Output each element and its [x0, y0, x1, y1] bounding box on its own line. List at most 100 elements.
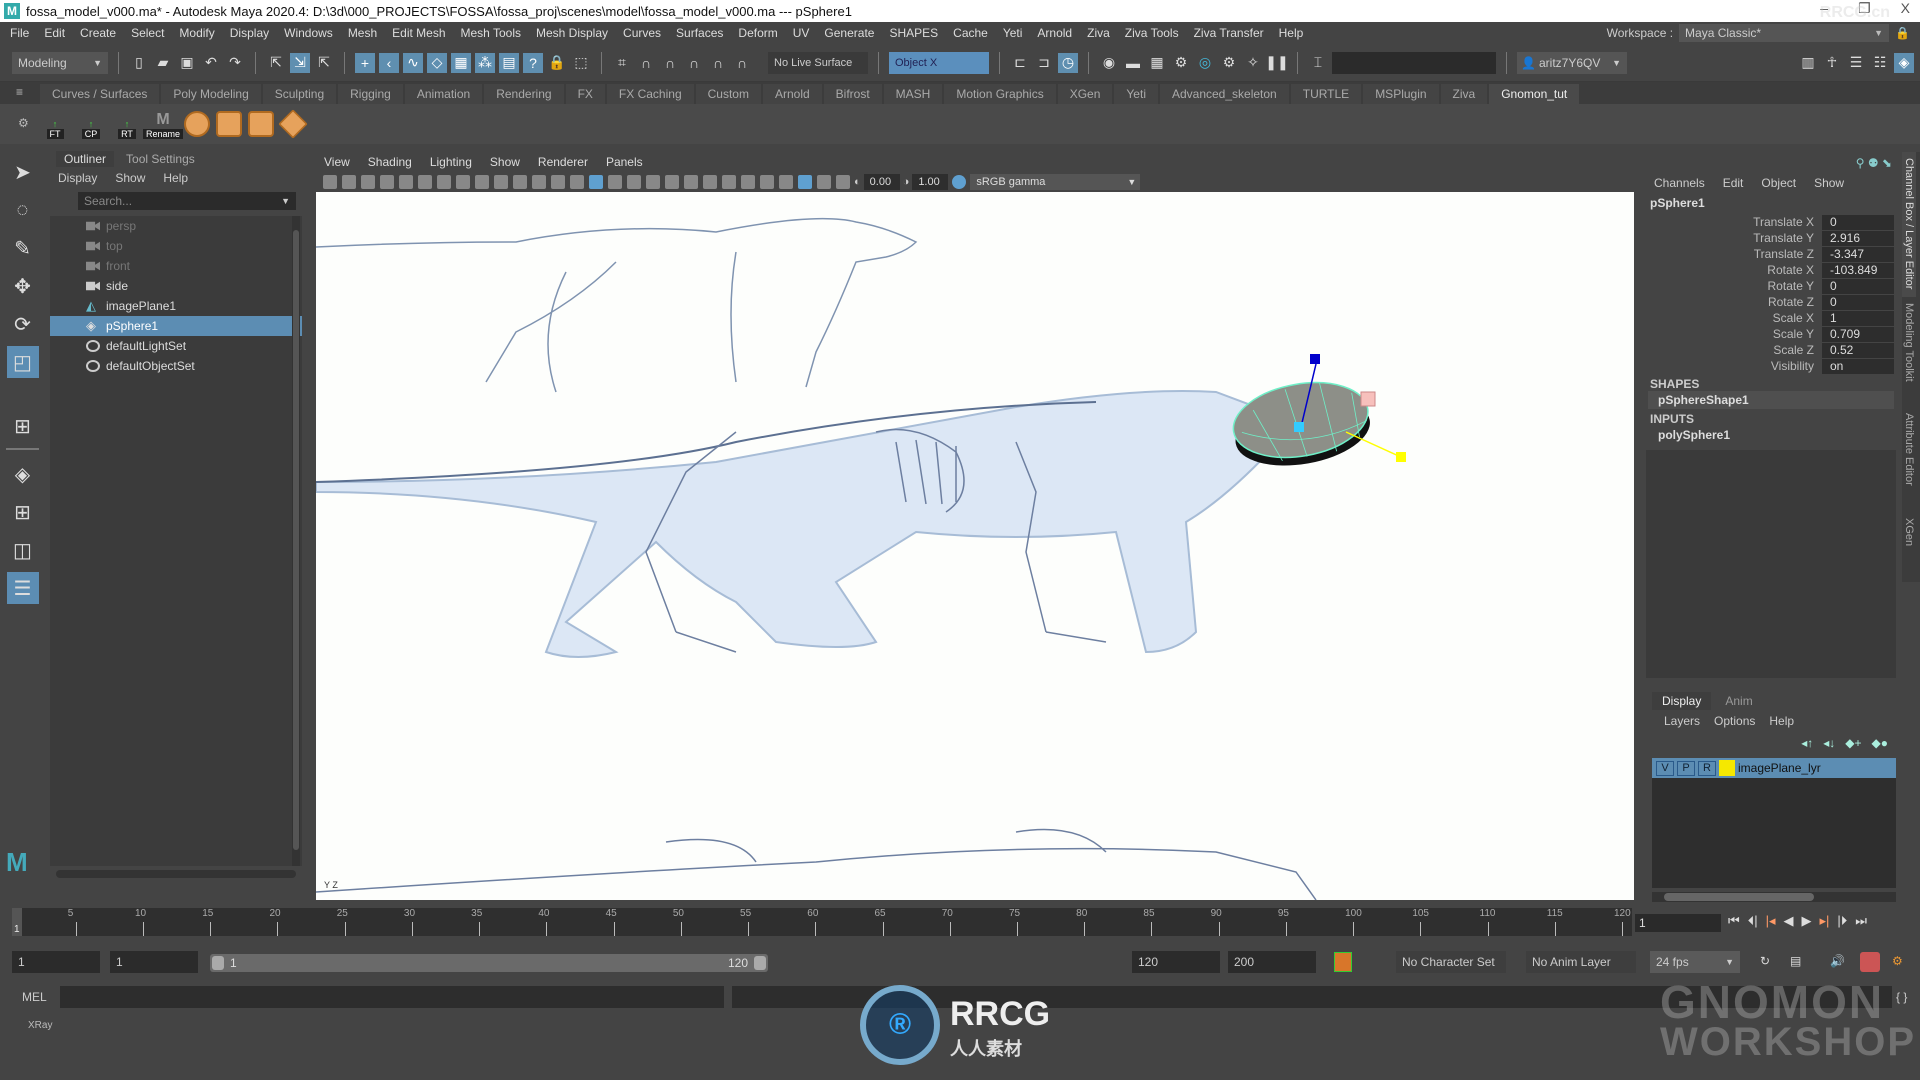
menuset-dropdown[interactable]: Modeling: [12, 51, 108, 74]
select-object-icon[interactable]: ⇲: [290, 52, 310, 73]
attr-value[interactable]: 0.52: [1822, 342, 1894, 358]
shelf-tab-animation[interactable]: Animation: [404, 84, 483, 104]
range-end-handle[interactable]: [754, 956, 766, 970]
menu-uv[interactable]: UV: [793, 26, 810, 40]
gate-mask-icon[interactable]: [494, 175, 508, 189]
menu-cache[interactable]: Cache: [953, 26, 988, 40]
channel-menu-channels[interactable]: Channels: [1654, 176, 1705, 190]
layer-playback-toggle[interactable]: P: [1677, 760, 1695, 776]
shelf-tab-arnold[interactable]: Arnold: [762, 84, 822, 104]
shelf-tab-fx[interactable]: FX: [565, 84, 605, 104]
layer-hscrollbar[interactable]: [1652, 892, 1896, 902]
menu-deform[interactable]: Deform: [738, 26, 777, 40]
menu-help[interactable]: Help: [1279, 26, 1304, 40]
color-management-toggle-icon[interactable]: [952, 175, 967, 189]
open-scene-icon[interactable]: ▰: [153, 53, 173, 73]
default-material-icon[interactable]: [608, 175, 622, 189]
shelf-tab-yeti[interactable]: Yeti: [1114, 84, 1158, 104]
shelf-tab-mash[interactable]: MASH: [883, 84, 943, 104]
scale-tool-icon[interactable]: ◰: [6, 346, 39, 378]
character-set-dropdown[interactable]: No Character Set: [1396, 951, 1506, 973]
select-by-handle-icon[interactable]: +: [355, 52, 375, 73]
user-dropdown[interactable]: 👤 aritz7Y6QV: [1517, 51, 1627, 74]
render-settings-icon[interactable]: ⚙: [1171, 53, 1191, 73]
new-scene-icon[interactable]: ▯: [129, 53, 149, 73]
menu-curves[interactable]: Curves: [623, 26, 661, 40]
channel-menu-object[interactable]: Object: [1761, 176, 1796, 190]
layer-visibility-toggle[interactable]: V: [1656, 760, 1674, 776]
attr-label[interactable]: Rotate X: [1642, 263, 1822, 277]
shelf-tab-advanced-skeleton[interactable]: Advanced_skeleton: [1159, 84, 1289, 104]
menu-modify[interactable]: Modify: [179, 26, 214, 40]
shelf-button-rename[interactable]: M Rename: [142, 109, 184, 139]
use-all-lights-icon[interactable]: [665, 175, 679, 189]
input-line-icon[interactable]: ⌶: [1308, 53, 1328, 73]
save-scene-icon[interactable]: ▣: [177, 53, 197, 73]
menu-edit[interactable]: Edit: [44, 26, 65, 40]
scene-end-field[interactable]: 200: [1228, 951, 1316, 973]
select-by-deformer-icon[interactable]: ▦: [451, 52, 471, 73]
loop-icon[interactable]: ↻: [1760, 954, 1770, 968]
poly-plane-icon[interactable]: [278, 109, 308, 139]
outliner-item[interactable]: front: [50, 256, 302, 276]
resolution-gate-icon[interactable]: [475, 175, 489, 189]
select-by-curve-icon[interactable]: ∿: [403, 52, 423, 73]
attr-value[interactable]: on: [1822, 358, 1894, 374]
attr-label[interactable]: Translate X: [1642, 215, 1822, 229]
depth-of-field-icon[interactable]: [760, 175, 774, 189]
shelf-button-reset-transform[interactable]: ↑ RT: [112, 109, 142, 139]
hypershade-icon[interactable]: ◎: [1195, 53, 1215, 73]
camera-attributes-icon[interactable]: [342, 175, 356, 189]
ipr-render-icon[interactable]: ▦: [1147, 53, 1167, 73]
shape-node[interactable]: pSphereShape1: [1648, 391, 1894, 409]
move-tool-icon[interactable]: ✥: [7, 270, 39, 302]
select-hierarchy-icon[interactable]: ⇱: [266, 53, 286, 73]
animation-prefs-icon[interactable]: ⚙: [1892, 954, 1903, 968]
command-input[interactable]: [60, 986, 724, 1008]
wireframe-icon[interactable]: [570, 175, 584, 189]
attr-value[interactable]: 2.916: [1822, 230, 1894, 246]
shelf-tab-curves-surfaces[interactable]: Curves / Surfaces: [40, 84, 160, 104]
color-space-dropdown[interactable]: sRGB gamma: [970, 174, 1141, 190]
shelf-tab-poly-modeling[interactable]: Poly Modeling: [161, 84, 261, 104]
outliner-item[interactable]: defaultLightSet: [50, 336, 302, 356]
snap-grid-icon[interactable]: ⌗: [612, 53, 632, 73]
construction-history-icon[interactable]: ◷: [1058, 52, 1078, 73]
layer-menu-options[interactable]: Options: [1714, 714, 1755, 728]
layer-display-type-toggle[interactable]: R: [1698, 760, 1716, 776]
snap-curve-icon[interactable]: ∩: [636, 53, 656, 73]
play-forwards-icon[interactable]: ▶: [1802, 913, 1812, 929]
poly-sphere-icon[interactable]: [184, 111, 210, 137]
select-by-misc-icon[interactable]: ?: [523, 52, 543, 73]
viewport-menu-panels[interactable]: Panels: [606, 155, 643, 169]
playback-start-field[interactable]: 1: [110, 951, 198, 973]
human-ik-icon[interactable]: ☥: [1822, 53, 1842, 73]
shelf-tab-rigging[interactable]: Rigging: [338, 84, 403, 104]
step-back-key-icon[interactable]: |◂: [1766, 913, 1776, 929]
channel-menu-edit[interactable]: Edit: [1723, 176, 1744, 190]
shelf-tab-rendering[interactable]: Rendering: [484, 84, 564, 104]
move-layer-up-icon[interactable]: ◂↑: [1801, 736, 1813, 750]
input-node[interactable]: polySphere1: [1642, 426, 1900, 444]
xray-icon[interactable]: [798, 175, 812, 189]
outliner-menu-help[interactable]: Help: [163, 171, 188, 185]
menu-windows[interactable]: Windows: [284, 26, 333, 40]
shelf-tab-bifrost[interactable]: Bifrost: [823, 84, 882, 104]
bookmarks-icon[interactable]: [361, 175, 375, 189]
paint-select-tool-icon[interactable]: ✎: [7, 232, 39, 264]
symmetry-dropdown[interactable]: Object X: [889, 51, 989, 74]
image-plane-toggle-icon[interactable]: [380, 175, 394, 189]
tab-xgen[interactable]: XGen: [1902, 512, 1916, 562]
shelf-button-freeze-transform[interactable]: ↑ FT: [40, 109, 70, 139]
select-camera-icon[interactable]: [323, 175, 337, 189]
script-editor-icon[interactable]: { }: [1896, 990, 1907, 1004]
outliner-menu-show[interactable]: Show: [115, 171, 145, 185]
tab-channel-box-layer-editor[interactable]: Channel Box / Layer Editor: [1902, 152, 1916, 297]
shelf-tab-fx-caching[interactable]: FX Caching: [606, 84, 694, 104]
playback-end-field[interactable]: 120: [1132, 951, 1220, 973]
ambient-occlusion-icon[interactable]: [703, 175, 717, 189]
tab-modeling-toolkit[interactable]: Modeling Toolkit: [1902, 297, 1916, 407]
menu-mesh-tools[interactable]: Mesh Tools: [461, 26, 521, 40]
arnold-render-icon[interactable]: ⚙: [1219, 53, 1239, 73]
shelf-tab-xgen[interactable]: XGen: [1057, 84, 1113, 104]
